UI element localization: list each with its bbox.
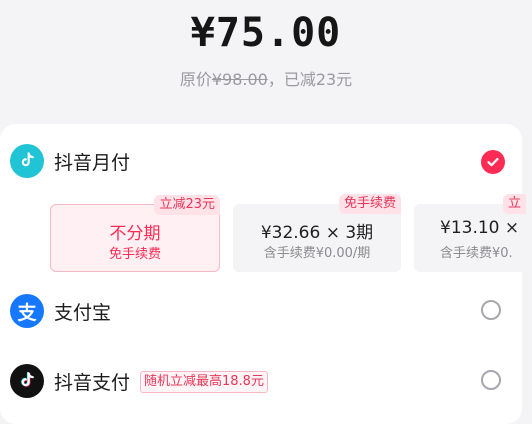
plan-fee: 含手续费¥0.: [440, 246, 513, 261]
payment-option-label: 支付宝: [54, 302, 112, 324]
selected-check-icon[interactable]: [481, 150, 505, 174]
installment-plan-3[interactable]: 免手续费 ¥32.66 × 3期 含手续费¥0.00/期: [233, 194, 401, 272]
plan-title: ¥13.10 ×: [440, 218, 520, 238]
plan-badge: 立: [502, 194, 526, 214]
total-price: ¥75.00: [190, 10, 342, 56]
payment-option-label: 抖音支付: [54, 372, 131, 394]
plan-title: ¥32.66 × 3期: [260, 223, 374, 243]
plan-badge: 免手续费: [338, 194, 401, 214]
alipay-icon: 支: [10, 294, 44, 328]
douyin-icon: [10, 364, 44, 398]
plan-fee: 免手续费: [108, 247, 161, 262]
radio-button[interactable]: [481, 370, 501, 390]
radio-button[interactable]: [481, 300, 501, 320]
original-price-label: 原价: [179, 70, 212, 89]
payment-card: 抖音月付 立减23元 不分期 免手续费 免手续费 ¥32.66 × 3期 含手续…: [0, 124, 526, 424]
installment-plan-6[interactable]: 立 ¥13.10 × 含手续费¥0.: [414, 194, 526, 272]
plan-title: 不分期: [109, 224, 161, 244]
payment-option-alipay[interactable]: 支 支付宝: [0, 290, 522, 330]
payment-option-douyin-pay[interactable]: 抖音支付 随机立减最高18.8元: [0, 360, 522, 400]
discount-text: ，已减23元: [267, 70, 353, 89]
payment-option-label: 抖音月付: [54, 152, 131, 174]
payment-option-douyin-monthly[interactable]: 抖音月付: [0, 140, 522, 180]
price-summary: 原价¥98.00，已减23元: [0, 66, 532, 90]
douyin-icon: [10, 144, 44, 178]
plan-badge: 立减23元: [154, 195, 220, 215]
promo-tag: 随机立减最高18.8元: [140, 371, 268, 393]
installment-plan-none[interactable]: 立减23元 不分期 免手续费: [50, 195, 220, 272]
original-price: ¥98.00: [211, 70, 268, 89]
price-header: ¥75.00 原价¥98.00，已减23元: [0, 0, 532, 125]
plan-fee: 含手续费¥0.00/期: [263, 246, 371, 261]
